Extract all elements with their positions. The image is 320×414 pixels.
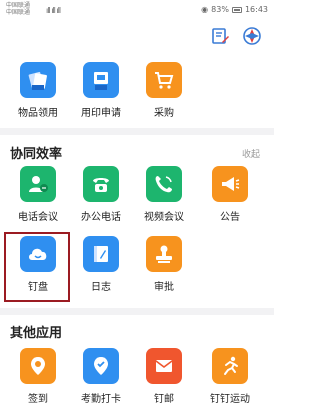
app-label: 采购 bbox=[154, 108, 174, 119]
journal-icon bbox=[83, 236, 119, 272]
clock: 16:43 bbox=[244, 5, 268, 14]
app-item-office-phone[interactable]: 办公电话 bbox=[71, 166, 131, 223]
app-label: 办公电话 bbox=[81, 212, 121, 223]
app-item-goods[interactable]: 物品领用 bbox=[8, 62, 68, 119]
carrier-line1: 中国联通 bbox=[6, 2, 31, 9]
other-apps-row: 签到 考勤打卡 钉邮 钉钉运动 bbox=[0, 348, 274, 414]
app-label: 用印申请 bbox=[81, 108, 121, 119]
top-apps-row: 物品领用 用印申请 采购 bbox=[0, 62, 274, 132]
attendance-pin-icon bbox=[83, 348, 119, 384]
megaphone-icon bbox=[212, 166, 248, 202]
header-actions bbox=[210, 26, 262, 46]
app-label: 考勤打卡 bbox=[81, 394, 121, 405]
app-label: 审批 bbox=[154, 282, 174, 293]
app-item-purchase[interactable]: 采购 bbox=[134, 62, 194, 119]
phone-icon bbox=[83, 166, 119, 202]
app-label: 电话会议 bbox=[18, 212, 58, 223]
eye-icon: ◉ bbox=[201, 5, 209, 14]
app-item-attendance[interactable]: 考勤打卡 bbox=[71, 348, 131, 405]
battery-icon bbox=[231, 6, 242, 13]
app-label: 物品领用 bbox=[18, 108, 58, 119]
signal-icon: ıll ıll ıll bbox=[46, 6, 61, 15]
location-pin-icon bbox=[20, 348, 56, 384]
app-item-seal[interactable]: 用印申请 bbox=[71, 62, 131, 119]
seal-icon bbox=[83, 62, 119, 98]
app-item-sport[interactable]: 钉钉运动 bbox=[200, 348, 260, 405]
status-bar: 中国联通 中国联通 ıll ıll ıll ◉ 83% 16:43 bbox=[0, 0, 274, 22]
app-item-video-conf[interactable]: 视频会议 bbox=[134, 166, 194, 223]
app-item-checkin[interactable]: 签到 bbox=[8, 348, 68, 405]
carrier-text: 中国联通 中国联通 bbox=[6, 2, 30, 16]
app-label: 签到 bbox=[28, 394, 48, 405]
running-icon bbox=[212, 348, 248, 384]
section-divider bbox=[0, 128, 274, 135]
section-title-collab: 协同效率 bbox=[10, 147, 63, 162]
app-item-log[interactable]: 日志 bbox=[71, 236, 131, 293]
app-label: 钉钉运动 bbox=[210, 394, 250, 405]
selection-highlight bbox=[4, 232, 70, 302]
mail-icon bbox=[146, 348, 182, 384]
collapse-button[interactable]: 收起 bbox=[242, 147, 260, 160]
compass-icon[interactable] bbox=[242, 26, 262, 46]
conference-call-icon bbox=[20, 166, 56, 202]
app-item-mail[interactable]: 钉邮 bbox=[134, 348, 194, 405]
app-item-conf-call[interactable]: 电话会议 bbox=[8, 166, 68, 223]
app-label: 视频会议 bbox=[144, 212, 184, 223]
app-item-approval[interactable]: 审批 bbox=[134, 236, 194, 293]
app-label: 日志 bbox=[91, 282, 111, 293]
edit-settings-icon[interactable] bbox=[210, 26, 230, 46]
section-divider bbox=[0, 308, 274, 315]
carrier-line2: 中国联通 bbox=[6, 9, 31, 16]
battery-level: 83% bbox=[211, 5, 229, 14]
goods-icon bbox=[20, 62, 56, 98]
stamp-icon bbox=[146, 236, 182, 272]
cart-icon bbox=[146, 62, 182, 98]
app-label: 钉邮 bbox=[154, 394, 174, 405]
app-item-announcement[interactable]: 公告 bbox=[200, 166, 260, 223]
app-label: 公告 bbox=[220, 212, 240, 223]
section-title-other: 其他应用 bbox=[10, 326, 63, 341]
collab-row-1: 电话会议 办公电话 视频会议 公告 bbox=[0, 166, 274, 236]
video-call-icon bbox=[146, 166, 182, 202]
